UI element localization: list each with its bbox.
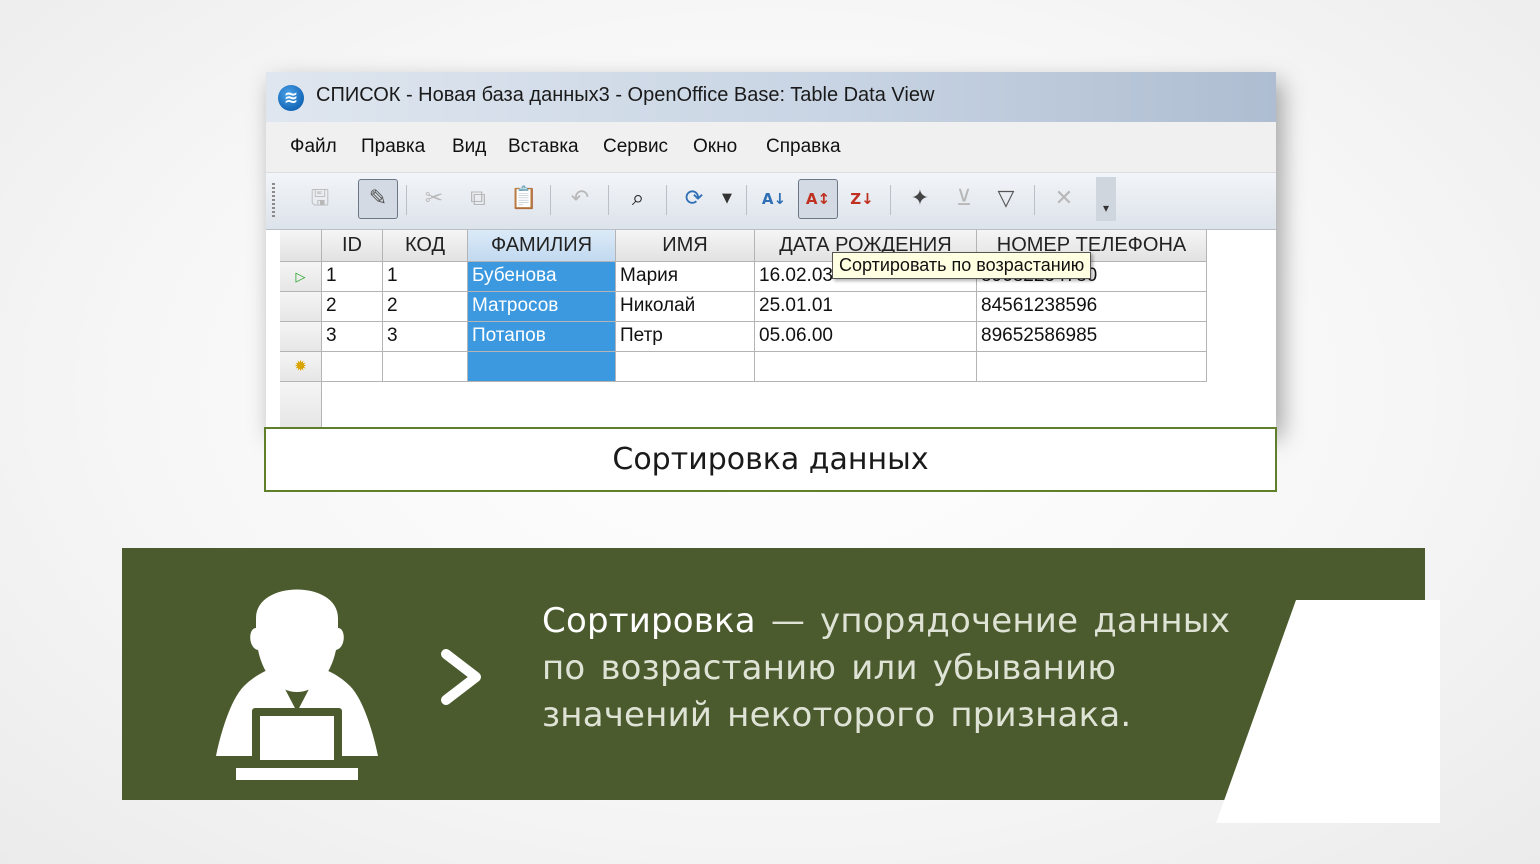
table-cell[interactable]: 3 <box>322 322 383 352</box>
column-header-kod[interactable]: КОД <box>383 230 468 262</box>
menu-file[interactable]: Файл <box>290 136 337 158</box>
sort-ascending-icon[interactable]: A↓ <box>754 179 794 219</box>
row-header[interactable] <box>280 322 322 352</box>
column-header-familiya[interactable]: ФАМИЛИЯ <box>468 230 616 262</box>
column-header-id[interactable]: ID <box>322 230 383 262</box>
refresh-dropdown-icon[interactable]: ▼ <box>716 179 738 219</box>
table-cell[interactable]: 1 <box>322 262 383 292</box>
table-cell[interactable]: Николай <box>616 292 755 322</box>
menu-view[interactable]: Вид <box>452 136 486 158</box>
menu-insert[interactable]: Вставка <box>508 136 579 158</box>
table-cell[interactable]: 1 <box>383 262 468 292</box>
menu-bar: Файл Правка Вид Вставка Сервис Окно Спра… <box>266 122 1276 173</box>
standard-filter-icon[interactable]: ⊻ <box>944 179 984 219</box>
menu-edit[interactable]: Правка <box>361 136 425 158</box>
current-row-pointer-icon: ▷ <box>295 269 306 284</box>
new-record-icon: ✹ <box>294 358 307 375</box>
toolbar-separator <box>746 185 747 215</box>
table-cell[interactable]: 89652586985 <box>977 322 1207 352</box>
sort-descending-icon[interactable]: Z↓ <box>842 179 882 219</box>
find-icon[interactable]: ⌕ <box>618 179 658 219</box>
table-cell[interactable]: 84561238596 <box>977 292 1207 322</box>
filter-icon[interactable]: ▽ <box>986 179 1026 219</box>
chevron-right-icon <box>441 649 481 705</box>
autofilter-icon[interactable]: ✦ <box>900 179 940 219</box>
sort-icon[interactable]: A↕ <box>798 179 838 219</box>
row-header-current[interactable]: ▷ <box>280 262 322 292</box>
menu-help[interactable]: Справка <box>766 136 841 158</box>
copy-icon[interactable]: ⧉ <box>458 179 498 219</box>
window-title: СПИСОК - Новая база данных3 - OpenOffice… <box>316 84 935 106</box>
table-cell[interactable]: 2 <box>322 292 383 322</box>
table-cell[interactable]: Мария <box>616 262 755 292</box>
table-cell-empty[interactable] <box>755 352 977 382</box>
table-cell-selected[interactable]: Бубенова <box>468 262 616 292</box>
menu-window[interactable]: Окно <box>693 136 737 158</box>
toolbar-separator <box>666 185 667 215</box>
row-header[interactable] <box>280 292 322 322</box>
toolbar-separator <box>890 185 891 215</box>
menu-tools[interactable]: Сервис <box>603 136 668 158</box>
app-window: ≋ СПИСОК - Новая база данных3 - OpenOffi… <box>266 72 1276 428</box>
table-cell[interactable]: 3 <box>383 322 468 352</box>
table-cell-selected[interactable]: Матросов <box>468 292 616 322</box>
table-cell[interactable]: 25.01.01 <box>755 292 977 322</box>
save-icon[interactable]: 🖫 <box>300 179 340 219</box>
refresh-icon[interactable]: ⟳ <box>674 179 714 219</box>
sort-ascending-tooltip: Сортировать по возрастанию <box>832 252 1092 279</box>
definition-text: Сортировка — упорядочение данных по возр… <box>542 598 1262 739</box>
table-cell-selected-empty[interactable] <box>468 352 616 382</box>
corner-header[interactable] <box>280 230 322 262</box>
table-cell[interactable]: 2 <box>383 292 468 322</box>
screenshot-caption: Сортировка данных <box>264 427 1277 492</box>
row-header-new[interactable]: ✹ <box>280 352 322 382</box>
table-cell-selected[interactable]: Потапов <box>468 322 616 352</box>
toolbar-separator <box>1034 185 1035 215</box>
cut-icon[interactable]: ✂ <box>414 179 454 219</box>
row-header-filler <box>280 382 322 428</box>
person-at-laptop-icon <box>216 589 378 780</box>
toolbar-more-icon[interactable]: ▾ <box>1096 177 1116 221</box>
toolbar-separator <box>406 185 407 215</box>
edit-icon[interactable]: ✎ <box>358 179 398 219</box>
toolbar-separator <box>608 185 609 215</box>
definition-term: Сортировка <box>542 601 756 641</box>
title-bar: ≋ СПИСОК - Новая база данных3 - OpenOffi… <box>266 72 1276 122</box>
openoffice-logo-icon: ≋ <box>278 85 304 111</box>
remove-filter-icon[interactable]: ✕ <box>1044 179 1084 219</box>
undo-icon[interactable]: ↶ <box>560 179 600 219</box>
table-cell-empty[interactable] <box>977 352 1207 382</box>
table-cell-empty[interactable] <box>322 352 383 382</box>
toolbar-separator <box>550 185 551 215</box>
toolbar-grip[interactable] <box>272 183 275 217</box>
toolbar: 🖫 ✎ ✂ ⧉ 📋 ↶ ⌕ ⟳ ▼ A↓ A↕ Z↓ ✦ ⊻ ▽ ✕ ▾ <box>266 173 1276 230</box>
table-cell[interactable]: Петр <box>616 322 755 352</box>
table-cell[interactable]: 05.06.00 <box>755 322 977 352</box>
paste-icon[interactable]: 📋 <box>504 179 544 219</box>
table-cell-empty[interactable] <box>616 352 755 382</box>
table-cell-empty[interactable] <box>383 352 468 382</box>
column-header-imya[interactable]: ИМЯ <box>616 230 755 262</box>
